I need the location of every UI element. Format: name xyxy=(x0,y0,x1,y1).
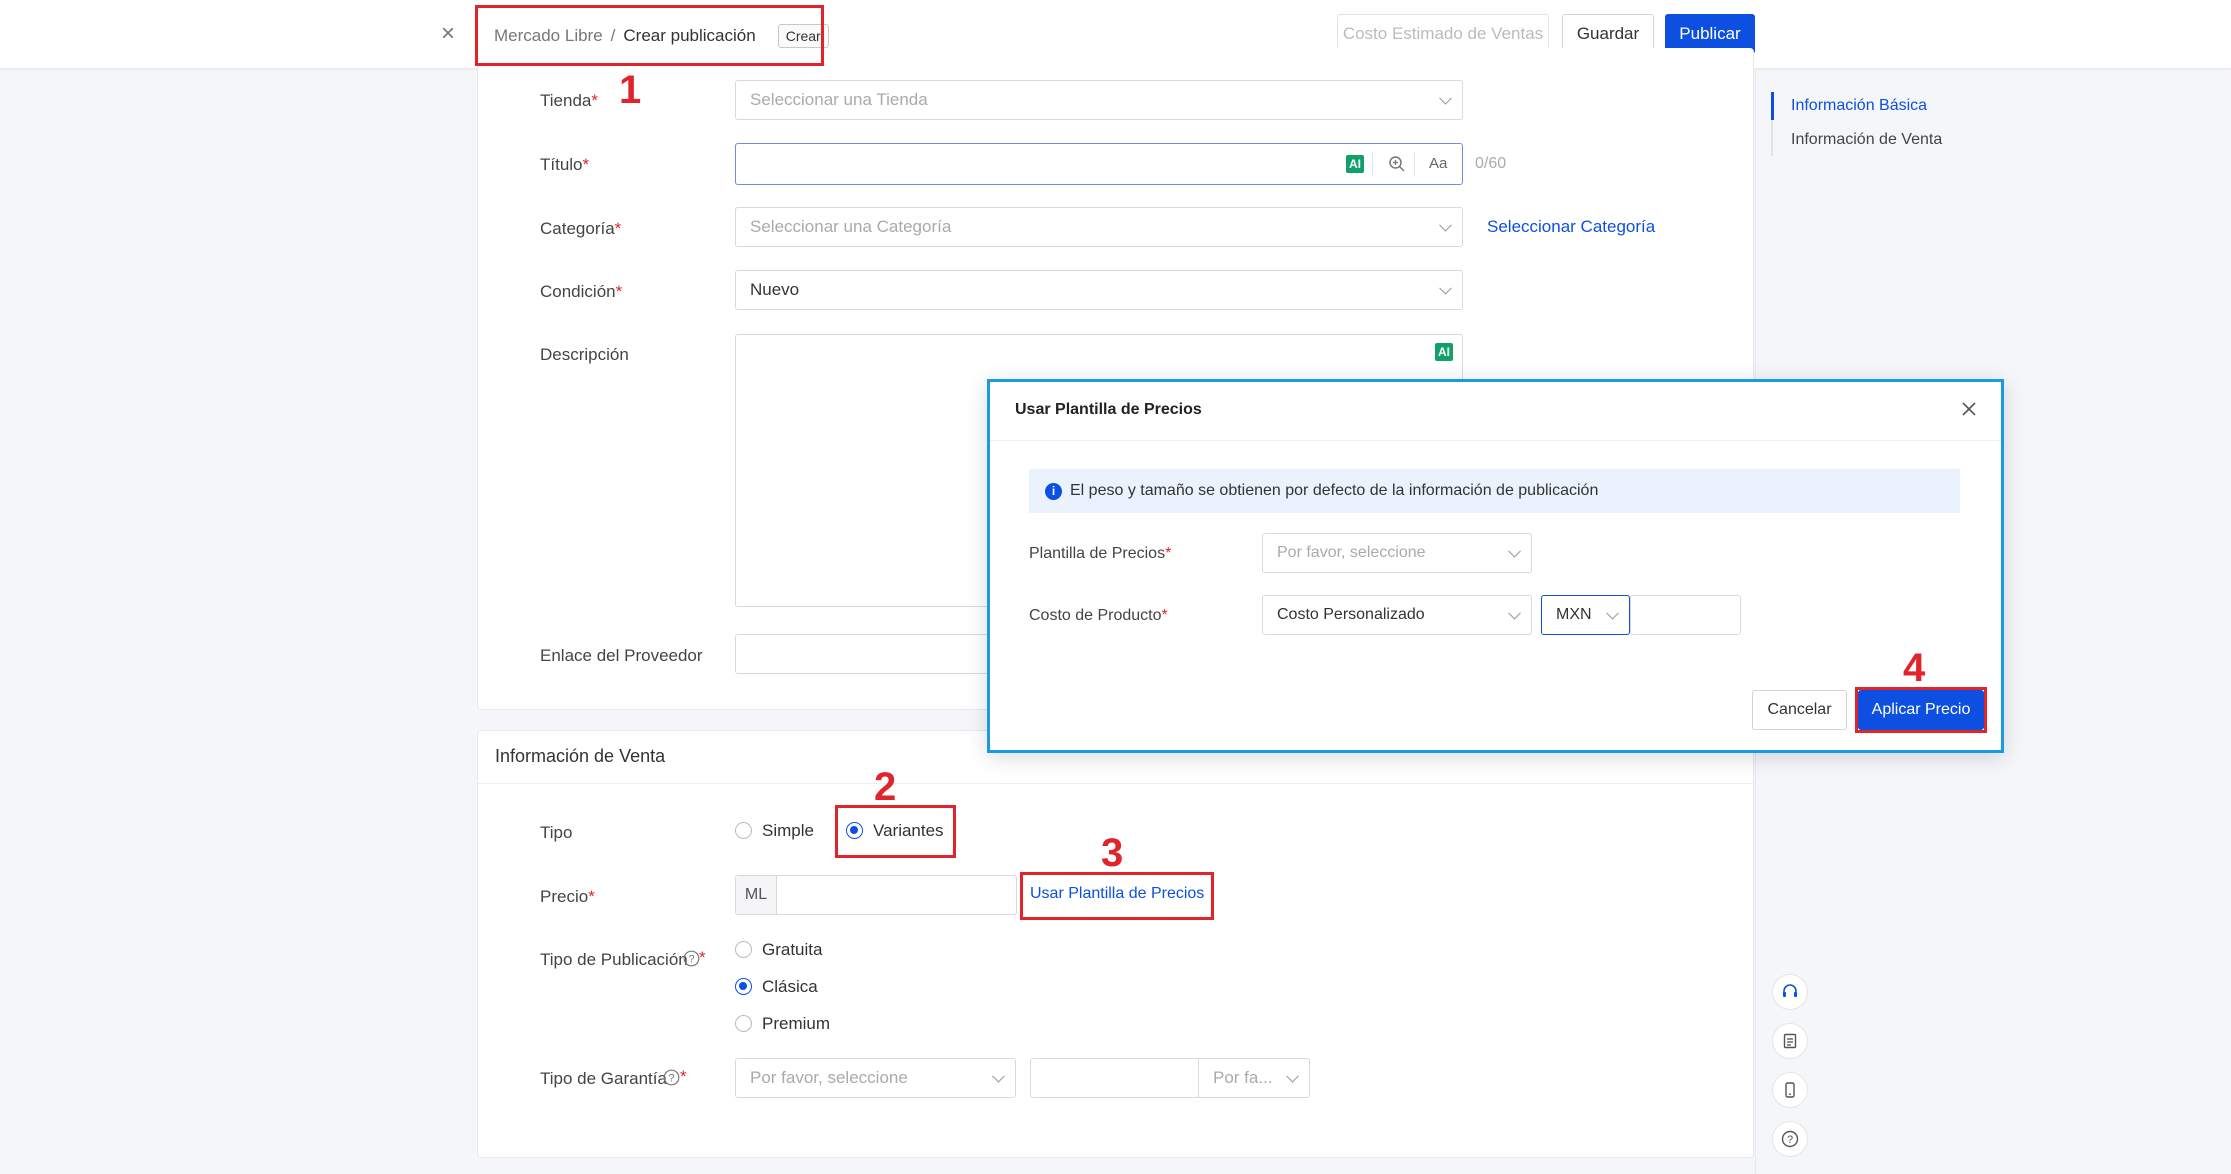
divider xyxy=(990,440,2001,441)
annotation-box-1 xyxy=(475,5,824,66)
chevron-down-icon xyxy=(1508,544,1521,558)
categoria-select[interactable]: Seleccionar una Categoría xyxy=(735,207,1463,247)
divider xyxy=(1372,152,1373,176)
garantia-select[interactable]: Por favor, seleccione xyxy=(735,1058,1016,1098)
tienda-label: Tienda* xyxy=(540,91,598,110)
modal-title: Usar Plantilla de Precios xyxy=(1015,401,1202,418)
divider xyxy=(478,783,1753,784)
costo-select[interactable]: Costo Personalizado xyxy=(1262,595,1532,635)
close-icon[interactable]: × xyxy=(441,22,455,46)
mobile-icon[interactable] xyxy=(1772,1072,1808,1108)
search-zoom-icon[interactable] xyxy=(1388,155,1406,173)
radio-label: Gratuita xyxy=(762,940,823,959)
radio-label: Clásica xyxy=(762,977,818,996)
plantilla-select[interactable]: Por favor, seleccione xyxy=(1262,533,1532,573)
annotation-box-4 xyxy=(1855,687,1987,733)
annotation-number: 4 xyxy=(1903,646,1926,690)
currency-prefix: ML xyxy=(736,876,777,914)
title-char-count: 0/60 xyxy=(1475,155,1507,172)
plantilla-label: Plantilla de Precios* xyxy=(1029,545,1172,562)
radio-label: Simple xyxy=(762,821,814,840)
nav-track xyxy=(1771,120,1773,156)
descripcion-label: Descripción xyxy=(540,345,629,364)
radio-premium[interactable] xyxy=(735,1015,752,1032)
precio-input[interactable]: ML xyxy=(735,875,1017,915)
annotation-number: 1 xyxy=(619,68,642,112)
enlace-label: Enlace del Proveedor xyxy=(540,646,703,665)
divider xyxy=(1414,152,1415,176)
info-text: El peso y tamaño se obtienen por defecto… xyxy=(1070,482,1599,499)
required-mark: * xyxy=(680,1067,687,1086)
info-icon: i xyxy=(1045,482,1062,500)
svg-text:?: ? xyxy=(668,1073,674,1085)
svg-text:?: ? xyxy=(688,954,694,966)
tienda-select[interactable]: Seleccionar una Tienda xyxy=(735,80,1463,120)
precio-label: Precio* xyxy=(540,887,595,906)
radio-clasica[interactable] xyxy=(735,978,752,995)
chevron-down-icon xyxy=(1439,91,1452,105)
sidenav-item-basic[interactable]: Información Básica xyxy=(1791,97,1927,115)
close-icon[interactable] xyxy=(1958,398,1980,420)
chevron-down-icon xyxy=(992,1069,1005,1083)
clipboard-icon[interactable] xyxy=(1772,1023,1808,1059)
garantia-label: Tipo de Garantía xyxy=(540,1069,667,1088)
cost-amount-input[interactable] xyxy=(1630,595,1741,635)
garantia-unit-select[interactable]: Por fa... xyxy=(1198,1058,1310,1098)
ai-icon[interactable]: AI xyxy=(1346,155,1364,173)
cancel-button[interactable]: Cancelar xyxy=(1752,690,1847,730)
annotation-number: 3 xyxy=(1101,831,1124,875)
ai-icon[interactable]: AI xyxy=(1435,343,1453,361)
chevron-down-icon xyxy=(1439,281,1452,295)
annotation-box-3 xyxy=(1020,872,1214,920)
radio-gratuita[interactable] xyxy=(735,941,752,958)
chevron-down-icon xyxy=(1606,606,1619,620)
sidenav-item-sales[interactable]: Información de Venta xyxy=(1791,131,1942,149)
chevron-down-icon xyxy=(1508,606,1521,620)
tipo-publicacion-label: Tipo de Publicación xyxy=(540,950,688,969)
currency-select[interactable]: MXN xyxy=(1541,595,1630,635)
costo-label: Costo de Producto* xyxy=(1029,607,1168,624)
help-icon[interactable]: ? xyxy=(683,950,700,967)
annotation-box-2 xyxy=(835,805,956,858)
question-icon[interactable]: ? xyxy=(1772,1121,1808,1157)
chevron-down-icon xyxy=(1439,218,1452,232)
required-mark: * xyxy=(699,948,706,967)
condicion-select[interactable]: Nuevo xyxy=(735,270,1463,310)
radio-label: Premium xyxy=(762,1014,831,1033)
active-indicator xyxy=(1771,92,1774,120)
titulo-label: Título* xyxy=(540,155,590,174)
svg-text:?: ? xyxy=(1787,1134,1793,1146)
tipo-label: Tipo xyxy=(540,823,573,842)
help-icon[interactable]: ? xyxy=(663,1069,680,1086)
chevron-down-icon xyxy=(1286,1069,1299,1083)
info-banner: i El peso y tamaño se obtienen por defec… xyxy=(1029,469,1960,513)
condicion-label: Condición* xyxy=(540,282,623,301)
select-category-link[interactable]: Seleccionar Categoría xyxy=(1487,217,1655,237)
categoria-label: Categoría* xyxy=(540,219,622,238)
annotation-number: 2 xyxy=(874,765,897,809)
section-title: Información de Venta xyxy=(495,746,666,766)
text-case-icon[interactable]: Aa xyxy=(1429,155,1447,172)
headset-icon[interactable] xyxy=(1772,974,1808,1010)
radio-simple[interactable] xyxy=(735,822,752,839)
